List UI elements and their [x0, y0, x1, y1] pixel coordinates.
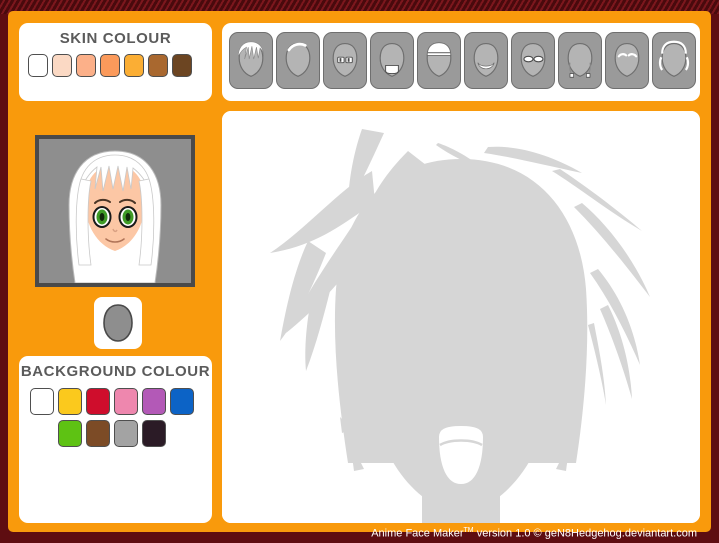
footer-trademark: TM — [463, 527, 474, 534]
part-button-eyes[interactable] — [323, 32, 367, 89]
skin-swatch-medium-brown[interactable] — [148, 54, 168, 77]
head-shape-icon — [285, 42, 311, 77]
part-button-mouth[interactable] — [370, 32, 414, 89]
skin-swatch-pale-peach[interactable] — [52, 54, 72, 77]
face-parts-toolbar — [222, 23, 700, 101]
face-parts-button-row — [222, 23, 700, 89]
bg-swatch-yellow[interactable] — [58, 388, 82, 415]
part-button-glasses[interactable] — [511, 32, 555, 89]
earrings-icon — [567, 42, 593, 78]
background-colour-panel: BACKGROUND COLOUR — [19, 356, 212, 523]
bg-swatch-white[interactable] — [30, 388, 54, 415]
face-silhouette-illustration — [222, 111, 700, 523]
skin-swatch-tan-orange[interactable] — [100, 54, 120, 77]
app-frame: SKIN COLOUR BACKGROUND COLOUR Anime Face… — [0, 0, 719, 543]
face-shape-button[interactable] — [94, 297, 142, 349]
bg-swatch-pink[interactable] — [114, 388, 138, 415]
preview-face-illustration — [39, 139, 191, 283]
headband-icon — [426, 42, 452, 77]
part-button-eyebrows[interactable] — [605, 32, 649, 89]
application-window: SKIN COLOUR BACKGROUND COLOUR Anime Face… — [8, 11, 711, 540]
bg-swatch-green[interactable] — [58, 420, 82, 447]
skin-swatch-light-peach[interactable] — [76, 54, 96, 77]
background-swatch-rows — [19, 380, 212, 447]
skin-swatch-row — [19, 47, 212, 77]
bg-swatch-grey[interactable] — [114, 420, 138, 447]
skin-swatch-golden[interactable] — [124, 54, 144, 77]
glasses-icon — [520, 42, 546, 77]
hair-icon — [237, 41, 265, 77]
background-swatch-row-2 — [30, 420, 212, 447]
part-button-head-shape[interactable] — [276, 32, 320, 89]
skin-swatch-dark-brown[interactable] — [172, 54, 192, 77]
skin-colour-title: SKIN COLOUR — [59, 30, 172, 47]
bg-swatch-blue[interactable] — [170, 388, 194, 415]
skin-colour-panel: SKIN COLOUR — [19, 23, 212, 101]
part-button-smile[interactable] — [464, 32, 508, 89]
part-button-headband[interactable] — [417, 32, 461, 89]
bg-swatch-black[interactable] — [142, 420, 166, 447]
bg-swatch-purple[interactable] — [142, 388, 166, 415]
footer-text-suffix: version 1.0 © geN8Hedgehog.deviantart.co… — [473, 527, 697, 540]
part-button-earrings[interactable] — [558, 32, 602, 89]
part-button-hair[interactable] — [229, 32, 273, 89]
background-swatch-row-1 — [30, 388, 212, 415]
part-button-ears[interactable] — [652, 32, 696, 89]
smile-icon — [473, 42, 499, 77]
main-face-canvas[interactable] — [222, 111, 700, 523]
ears-icon — [658, 40, 690, 77]
footer-text-prefix: Anime Face Maker — [371, 527, 464, 540]
head-shape-icon — [103, 304, 133, 342]
bg-swatch-crimson[interactable] — [86, 388, 110, 415]
footer-credit: Anime Face MakerTM version 1.0 © geN8Hed… — [8, 523, 711, 540]
face-preview — [35, 135, 195, 287]
mouth-icon — [379, 42, 405, 77]
bg-swatch-brown[interactable] — [86, 420, 110, 447]
eyes-icon — [332, 42, 358, 77]
background-colour-title: BACKGROUND COLOUR — [20, 363, 211, 380]
eyebrows-icon — [614, 42, 640, 77]
skin-swatch-white[interactable] — [28, 54, 48, 77]
